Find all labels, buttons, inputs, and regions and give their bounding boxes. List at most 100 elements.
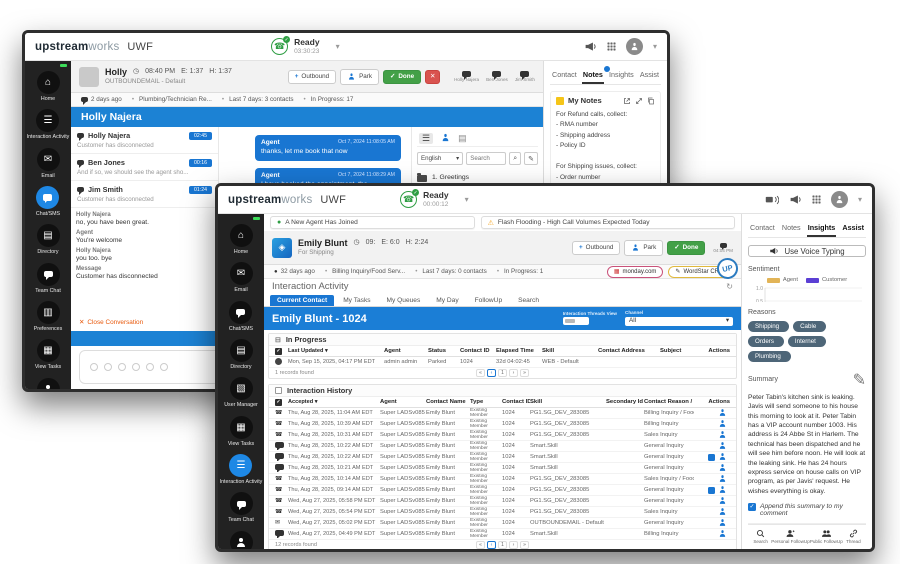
assign-person-icon[interactable]	[718, 419, 727, 430]
assign-person-icon[interactable]	[718, 463, 727, 474]
sidebar-item[interactable]: Team Chat	[35, 263, 61, 294]
reason-tag[interactable]: Cable	[793, 321, 826, 332]
pagination-button[interactable]: ‹	[487, 541, 496, 549]
table-row[interactable]: ☎ Thu, Aug 28, 2025, 09:14 AM EDT Super …	[269, 485, 736, 496]
activity-tab[interactable]: Current Contact	[270, 295, 334, 306]
sidebar-item[interactable]: ▦ View Tasks	[35, 339, 61, 370]
broadcast-icon[interactable]	[765, 194, 779, 206]
sidebar-item[interactable]: Team Chat	[228, 492, 254, 523]
notification-agent-joined[interactable]: ● A New Agent Has Joined	[270, 216, 475, 229]
roster-item[interactable]: Jim Smith 01:24 Customer has disconnecte…	[71, 181, 218, 208]
sidebar-item[interactable]: ⌂ Home	[37, 71, 60, 102]
sidebar-item[interactable]: ⌂ Home	[230, 224, 253, 255]
expand-icon[interactable]: ✎	[524, 152, 538, 165]
people-view-icon[interactable]	[441, 133, 450, 144]
close-conversation-link[interactable]: ✕ Close Conversation	[71, 313, 218, 331]
collapse-icon[interactable]: ⊟	[275, 336, 281, 344]
context-tab[interactable]: Insights	[807, 221, 837, 237]
reason-tag[interactable]: Shipping	[748, 321, 789, 332]
outbound-button[interactable]: +Outbound	[572, 241, 620, 255]
chevron-down-icon[interactable]: ▾	[336, 42, 340, 51]
sidebar-item[interactable]: ▥ Preferences	[34, 301, 63, 332]
chevron-down-icon[interactable]: ▾	[465, 195, 469, 204]
expand-icon[interactable]	[635, 97, 643, 105]
open-chat-tab[interactable]: Ben Jones	[486, 71, 508, 83]
chevron-down-icon[interactable]: ▾	[858, 195, 862, 204]
pagination-button[interactable]: ›	[509, 541, 518, 549]
select-all-checkbox[interactable]: ✓	[275, 348, 282, 355]
table-row[interactable]: Mon, Sep 15, 2025, 04:17 PM EDT admin ad…	[269, 357, 736, 368]
copy-icon[interactable]	[647, 97, 655, 105]
assign-person-icon[interactable]	[718, 496, 727, 507]
megaphone-icon[interactable]	[789, 193, 802, 206]
context-tab[interactable]: Contact	[551, 68, 578, 84]
reason-tag[interactable]: Plumbing	[748, 351, 791, 362]
assign-person-icon[interactable]	[718, 408, 727, 419]
search-action[interactable]: Search	[750, 529, 771, 544]
pagination-button[interactable]: «	[476, 541, 485, 549]
reason-tag[interactable]: Internet	[788, 336, 826, 347]
dialpad-icon[interactable]	[812, 195, 821, 204]
table-row[interactable]: ☎ Thu, Aug 28, 2025, 10:14 AM EDT Super …	[269, 474, 736, 485]
transcript-icon[interactable]	[708, 487, 715, 494]
done-button[interactable]: ✓Done	[383, 70, 421, 84]
sidebar-item[interactable]: Supervisory	[227, 531, 255, 549]
table-row[interactable]: ☎ Thu, Aug 28, 2025, 10:39 AM EDT Super …	[269, 419, 736, 430]
pagination-button[interactable]: »	[520, 369, 529, 377]
table-row[interactable]: ☎ Wed, Aug 27, 2025, 05:54 PM EDT Super …	[269, 507, 736, 518]
park-button[interactable]: Park	[624, 240, 663, 256]
language-select[interactable]: English▾	[417, 152, 463, 165]
sidebar-item[interactable]: ✉ Email	[230, 262, 253, 293]
assign-person-icon[interactable]	[718, 507, 727, 518]
context-tab[interactable]: Insights	[608, 68, 635, 84]
assign-person-icon[interactable]	[718, 441, 727, 452]
agent-status-control[interactable]: ☎✓ Ready03:30:23 ▾	[271, 38, 340, 55]
assign-person-icon[interactable]	[718, 518, 727, 529]
append-summary-checkbox[interactable]: ✓	[748, 503, 756, 511]
list-view-icon[interactable]: ☰	[419, 133, 433, 144]
pagination-button[interactable]: 1	[498, 369, 507, 377]
table-row[interactable]: ☎ Thu, Aug 28, 2025, 11:04 AM EDT Super …	[269, 408, 736, 419]
threads-view-toggle[interactable]	[563, 317, 589, 325]
canned-folder[interactable]: 1. Greetings	[417, 173, 538, 182]
personal-followup-action[interactable]: Personal FollowUp	[771, 529, 810, 544]
end-button[interactable]: ✕	[425, 70, 440, 84]
table-row[interactable]: Thu, Aug 28, 2025, 10:22 AM EDT Super LA…	[269, 452, 736, 463]
megaphone-icon[interactable]	[584, 40, 597, 53]
avatar[interactable]	[831, 191, 848, 208]
roster-item[interactable]: Ben Jones 00:16 And if so, we should see…	[71, 154, 218, 181]
table-row[interactable]: Thu, Aug 28, 2025, 10:22 AM EDT Super LA…	[269, 441, 736, 452]
open-chat-tab[interactable]: Jim Smith	[515, 71, 535, 83]
grid-view-icon[interactable]: ▤	[458, 133, 467, 144]
sidebar-item[interactable]: Chat/SMS	[229, 301, 253, 332]
roster-item[interactable]: Holly Najera 02:45 Customer has disconne…	[71, 127, 218, 154]
outbound-button[interactable]: +Outbound	[288, 70, 336, 84]
search-icon[interactable]: ⌕	[509, 152, 521, 165]
sidebar-item[interactable]: ▤ Directory	[37, 224, 60, 255]
canned-search-input[interactable]	[466, 152, 506, 165]
select-all-checkbox[interactable]: ✓	[275, 399, 282, 406]
agent-status-control[interactable]: ☎✓ Ready00:00:12 ▾	[400, 191, 469, 208]
assign-person-icon[interactable]	[718, 529, 727, 540]
assign-person-icon[interactable]	[718, 485, 727, 496]
public-followup-action[interactable]: Public FollowUp	[810, 529, 843, 544]
assign-person-icon[interactable]	[718, 452, 727, 463]
edit-summary-icon[interactable]: ✎	[853, 370, 866, 390]
refresh-icon[interactable]: ↻	[726, 282, 733, 291]
sidebar-item[interactable]: ☰ Interaction Activity	[220, 454, 263, 485]
context-tab[interactable]: Assist	[841, 221, 865, 237]
sidebar-item[interactable]: ✉ Email	[37, 148, 60, 179]
open-chat-tab[interactable]: Holly Najera	[454, 71, 479, 83]
pagination-button[interactable]: »	[520, 541, 529, 549]
pagination-button[interactable]: 1	[498, 541, 507, 549]
sidebar-item[interactable]: ▤ Directory	[230, 339, 253, 370]
table-row[interactable]: ☎ Thu, Aug 28, 2025, 10:31 AM EDT Super …	[269, 430, 736, 441]
context-tab[interactable]: Assist	[639, 68, 660, 84]
channel-select[interactable]: All▾	[625, 317, 733, 326]
monday-com-button[interactable]: ▦monday.com	[607, 266, 664, 278]
pagination-button[interactable]: ‹	[487, 369, 496, 377]
sidebar-item[interactable]	[37, 378, 60, 389]
thread-action[interactable]: Thread	[843, 529, 864, 544]
activity-tab[interactable]: Search	[511, 295, 546, 306]
open-external-icon[interactable]	[623, 97, 631, 105]
